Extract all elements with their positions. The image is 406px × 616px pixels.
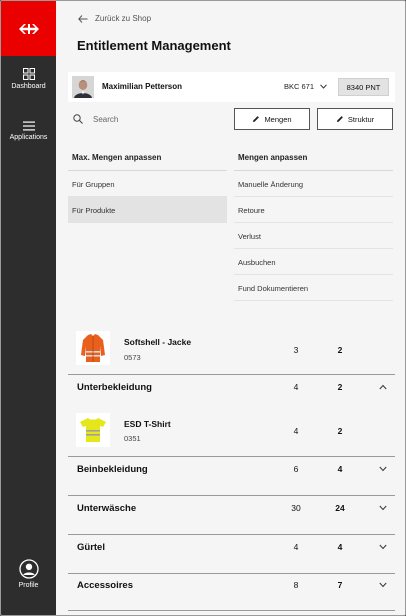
cost-center-dropdown[interactable]: BKC 671 — [284, 82, 327, 91]
category-name: Unterbekleidung — [77, 382, 152, 393]
max-quantity: 4 — [293, 426, 299, 436]
product-row-esd-tshirt[interactable]: ESD T-Shirt 0351 4 2 — [68, 413, 395, 455]
page-title: Entitlement Management — [77, 38, 231, 53]
mengen-button-label: Mengen — [264, 114, 292, 124]
current-quantity: 2 — [337, 426, 343, 436]
current-quantity: 2 — [337, 345, 343, 355]
chevron-down-icon[interactable] — [379, 466, 387, 472]
max-quantity: 4 — [293, 382, 299, 392]
pencil-icon — [253, 116, 260, 122]
menu-item-manuelle-aenderung[interactable]: Manuelle Änderung — [234, 171, 393, 197]
current-quantity: 4 — [337, 464, 343, 474]
app-window: Dashboard Applications Profile Zurück zu… — [0, 0, 406, 616]
product-row-softshell[interactable]: Softshell - Jacke 0573 3 2 — [68, 331, 395, 373]
pencil-icon — [336, 116, 343, 122]
sidebar-item-label: Profile — [18, 582, 39, 589]
sidebar-item-label: Applications — [9, 134, 48, 141]
product-name: ESD T-Shirt — [124, 419, 171, 429]
search-placeholder: Search — [93, 114, 119, 124]
product-image — [76, 331, 110, 365]
struktur-button[interactable]: Struktur — [317, 108, 393, 130]
menu-item-fund-dokumentieren[interactable]: Fund Dokumentieren — [234, 275, 393, 301]
sidebar-item-label: Dashboard — [11, 83, 46, 90]
menu-item-ausbuchen[interactable]: Ausbuchen — [234, 249, 393, 275]
search-icon — [73, 114, 83, 124]
product-name: Softshell - Jacke — [124, 337, 192, 347]
sbb-logo-icon — [18, 23, 39, 34]
cost-center-value: BKC 671 — [284, 82, 315, 91]
product-code: 0351 — [124, 434, 141, 443]
brand-logo[interactable] — [1, 1, 56, 56]
menu-icon — [22, 121, 35, 131]
menu-item-verlust[interactable]: Verlust — [234, 223, 393, 249]
chevron-down-icon[interactable] — [379, 582, 387, 588]
current-quantity: 7 — [337, 580, 343, 590]
max-mengen-menu: Max. Mengen anpassen Für Gruppen Für Pro… — [68, 145, 227, 223]
main-content: Zurück zu Shop Entitlement Management Ma… — [56, 1, 405, 615]
mengen-anpassen-menu: Mengen anpassen Manuelle Änderung Retour… — [234, 145, 393, 301]
max-quantity: 4 — [293, 542, 299, 552]
sidebar: Dashboard Applications Profile — [1, 1, 56, 615]
menu-item-fuer-gruppen[interactable]: Für Gruppen — [68, 171, 227, 197]
current-quantity: 24 — [335, 503, 345, 513]
current-quantity: 2 — [337, 382, 343, 392]
mengen-button[interactable]: Mengen — [234, 108, 310, 130]
chevron-down-icon[interactable] — [379, 505, 387, 511]
menu-header: Max. Mengen anpassen — [68, 145, 227, 171]
avatar — [72, 76, 94, 98]
user-profile-icon — [18, 559, 39, 579]
back-link-label: Zurück zu Shop — [95, 14, 152, 23]
sidebar-item-profile[interactable]: Profile — [1, 559, 56, 589]
category-row-beinbekleidung[interactable]: Beinbekleidung 6 4 — [68, 456, 395, 495]
category-row-accessoires[interactable]: Accessoires 8 7 — [68, 573, 395, 611]
arrow-left-icon — [78, 14, 88, 23]
menu-header: Mengen anpassen — [234, 145, 393, 171]
chevron-down-icon[interactable] — [379, 544, 387, 550]
category-row-guertel[interactable]: Gürtel 4 4 — [68, 534, 395, 573]
product-code: 0573 — [124, 353, 141, 362]
category-row-unterbekleidung[interactable]: Unterbekleidung 4 2 — [68, 374, 395, 408]
category-name: Unterwäsche — [77, 503, 137, 514]
max-quantity: 30 — [291, 503, 301, 513]
max-quantity: 3 — [293, 345, 299, 355]
category-name: Gürtel — [77, 542, 105, 553]
category-name: Accessoires — [77, 580, 133, 591]
user-bar: Maximilian Petterson BKC 671 8340 PNT — [68, 72, 395, 102]
search-field[interactable]: Search — [73, 114, 118, 124]
chevron-up-icon[interactable] — [379, 384, 387, 390]
max-quantity: 6 — [293, 464, 299, 474]
menu-item-fuer-produkte[interactable]: Für Produkte — [68, 197, 227, 223]
max-quantity: 8 — [293, 580, 299, 590]
menu-item-retoure[interactable]: Retoure — [234, 197, 393, 223]
current-quantity: 4 — [337, 542, 343, 552]
category-name: Beinbekleidung — [77, 464, 148, 475]
struktur-button-label: Struktur — [347, 114, 375, 124]
sidebar-item-applications[interactable]: Applications — [1, 121, 56, 141]
user-photo-icon — [72, 76, 94, 98]
jacket-icon — [81, 334, 105, 362]
user-name: Maximilian Petterson — [102, 82, 183, 91]
points-badge: 8340 PNT — [338, 78, 389, 96]
chevron-down-icon — [320, 84, 327, 89]
sidebar-item-dashboard[interactable]: Dashboard — [1, 68, 56, 90]
back-link[interactable]: Zurück zu Shop — [78, 14, 151, 23]
category-row-unterwaesche[interactable]: Unterwäsche 30 24 — [68, 495, 395, 534]
tshirt-icon — [80, 418, 106, 442]
dashboard-icon — [22, 68, 35, 80]
product-image — [76, 413, 110, 447]
